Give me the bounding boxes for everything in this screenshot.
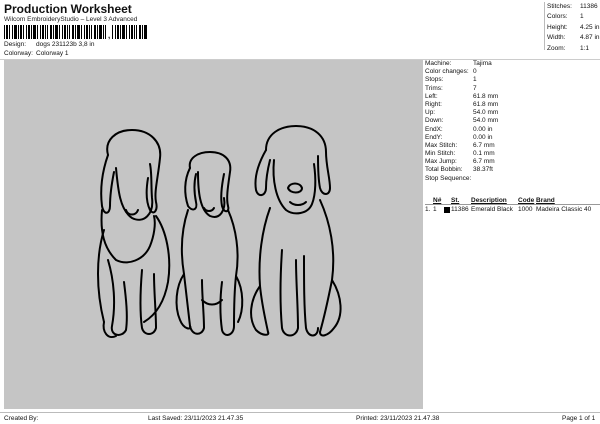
dog-middle-outline — [175, 151, 244, 336]
detail-total-bobbin: Total Bobbin: 38.37ft — [425, 166, 493, 174]
barcode-suffix: , — [108, 31, 111, 40]
design-row: Design: dogs 231123b 3,8 in — [4, 41, 94, 48]
row-stitches: 11386 — [451, 206, 469, 213]
detail-stops: Stops: 1 — [425, 76, 477, 84]
detail-machine: Machine: Tajima — [425, 60, 492, 67]
detail-trims: Trims: 7 — [425, 84, 477, 92]
detail-endy: EndY: 0.00 in — [425, 133, 493, 141]
stats-panel: Stitches: 11386 Colors: 1 Height: 4.25 in W… — [544, 2, 600, 52]
machine-details-panel: Machine: Tajima Color changes: 0 Stops: 1 T… — [425, 60, 600, 183]
design-value: dogs 231123b 3,8 in — [36, 41, 95, 48]
footer-printed: Printed: 23/11/2023 21.47.38 — [356, 415, 440, 422]
detail-right: Right: 61.8 mm — [425, 100, 499, 108]
worksheet-title: Production Worksheet — [4, 2, 132, 16]
detail-max-jump: Max Jump: 6.7 mm — [425, 158, 495, 166]
footer-created-by: Created By: — [4, 415, 39, 422]
row-description: Emerald Black — [471, 206, 513, 213]
dog-right-outline — [250, 125, 342, 337]
footer-page: Page 1 of 1 — [562, 415, 596, 422]
detail-up: Up: 54.0 mm — [425, 109, 499, 117]
detail-color-changes: Color changes: 0 — [425, 68, 477, 76]
detail-down: Down: 54.0 mm — [425, 117, 499, 125]
header-description: Description — [471, 197, 507, 204]
stop-sequence-row: 1. 1 11386 Emerald Black 1000 Madeira Cl… — [425, 205, 600, 214]
stat-colors: Colors: 1 — [547, 13, 584, 21]
detail-left: Left: 61.8 mm — [425, 92, 499, 100]
colorway-row: Colorway: Colorway 1 — [4, 50, 69, 57]
dog-left-outline — [97, 129, 171, 338]
colorway-label: Colorway: — [4, 50, 33, 57]
stop-sequence-header: N# St. Description Code Brand — [425, 196, 600, 205]
header-code: Code — [518, 197, 535, 204]
stat-stitches: Stitches: 11386 — [547, 3, 598, 10]
footer-last-saved: Last Saved: 23/11/2023 21.47.35 — [148, 415, 244, 422]
row-index: 1. — [425, 206, 431, 213]
design-preview-canvas — [4, 60, 423, 409]
footer: Created By: Last Saved: 23/11/2023 21.47… — [0, 412, 600, 424]
design-label: Design: — [4, 41, 27, 48]
stat-zoom: Zoom: 1:1 — [547, 44, 590, 52]
barcode — [4, 25, 147, 39]
dogs-embroidery-artwork — [97, 125, 342, 338]
row-code: 1000 — [518, 206, 533, 213]
colorway-value: Colorway 1 — [36, 50, 69, 57]
detail-min-stitch: Min Stitch: 0.1 mm — [425, 150, 495, 158]
stop-sequence-title: Stop Sequence: — [425, 174, 472, 182]
detail-max-stitch: Max Stitch: 6.7 mm — [425, 141, 495, 149]
row-n: 1 — [433, 206, 437, 213]
stat-height: Height: 4.25 in — [547, 23, 600, 31]
stat-width: Width: 4.87 in — [547, 34, 600, 42]
header-n: N# — [433, 197, 442, 204]
row-brand: Madeira Classic 40 — [536, 206, 592, 213]
detail-endx: EndX: 0.00 in — [425, 125, 493, 133]
header-st: St. — [451, 197, 460, 204]
header-brand: Brand — [536, 197, 555, 204]
software-subtitle: Wilcom EmbroideryStudio – Level 3 Advanc… — [4, 16, 138, 23]
thread-color-swatch — [444, 206, 450, 213]
